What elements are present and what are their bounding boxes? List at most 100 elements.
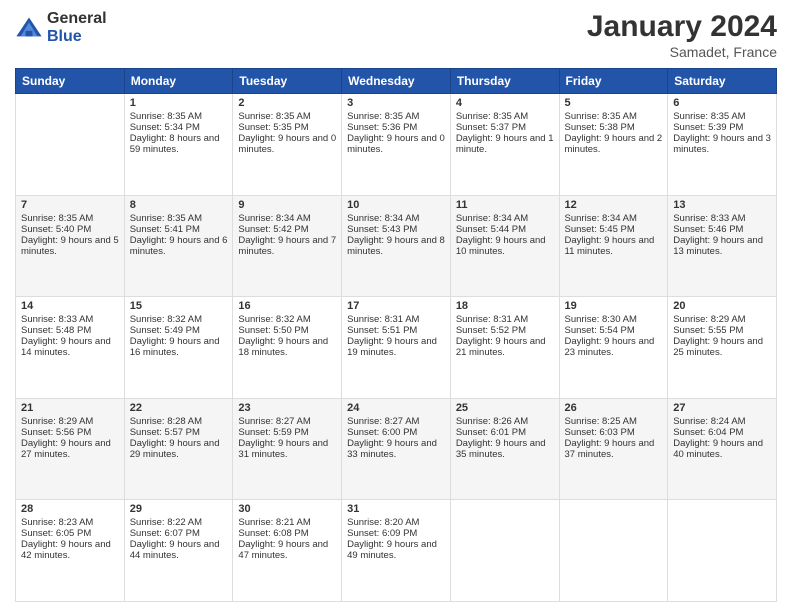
sunrise-text: Sunrise: 8:29 AM	[673, 314, 771, 325]
cell-w1-d3: 2 Sunrise: 8:35 AMSunset: 5:35 PMDaylight…	[233, 94, 342, 196]
cell-w4-d7: 27Sunrise: 8:24 AMSunset: 6:04 PMDayligh…	[668, 398, 777, 500]
daylight-text: Daylight: 8 hours and 59 minutes.	[130, 133, 228, 155]
sunset-text: Sunset: 5:48 PM	[21, 325, 119, 336]
cell-w1-d2: 1 Sunrise: 8:35 AMSunset: 5:34 PMDaylight…	[124, 94, 233, 196]
sunset-text: Sunset: 5:42 PM	[238, 224, 336, 235]
sunrise-text: Sunrise: 8:34 AM	[347, 213, 445, 224]
day-number: 19	[565, 300, 663, 312]
logo-blue-text: Blue	[47, 28, 107, 46]
day-number: 9	[238, 199, 336, 211]
cell-w3-d2: 15Sunrise: 8:32 AMSunset: 5:49 PMDayligh…	[124, 297, 233, 399]
cell-w2-d3: 9Sunrise: 8:34 AMSunset: 5:42 PMDaylight…	[233, 195, 342, 297]
sunrise-text: Sunrise: 8:35 AM	[21, 213, 119, 224]
sunset-text: Sunset: 5:44 PM	[456, 224, 554, 235]
daylight-text: Daylight: 9 hours and 25 minutes.	[673, 336, 771, 358]
cell-w4-d3: 23Sunrise: 8:27 AMSunset: 5:59 PMDayligh…	[233, 398, 342, 500]
daylight-text: Daylight: 9 hours and 5 minutes.	[21, 235, 119, 257]
day-number: 26	[565, 402, 663, 414]
daylight-text: Daylight: 9 hours and 21 minutes.	[456, 336, 554, 358]
sunset-text: Sunset: 6:03 PM	[565, 427, 663, 438]
daylight-text: Daylight: 9 hours and 49 minutes.	[347, 539, 445, 561]
cell-w1-d4: 3Sunrise: 8:35 AMSunset: 5:36 PMDaylight…	[342, 94, 451, 196]
sunrise-text: Sunrise: 8:23 AM	[21, 517, 119, 528]
daylight-text: Daylight: 9 hours and 6 minutes.	[130, 235, 228, 257]
sunset-text: Sunset: 5:50 PM	[238, 325, 336, 336]
cell-w2-d1: 7Sunrise: 8:35 AMSunset: 5:40 PMDaylight…	[16, 195, 125, 297]
day-number: 23	[238, 402, 336, 414]
sunrise-text: Sunrise: 8:30 AM	[565, 314, 663, 325]
sunrise-text: Sunrise: 8:35 AM	[238, 111, 336, 122]
sunrise-text: Sunrise: 8:31 AM	[347, 314, 445, 325]
sunset-text: Sunset: 6:08 PM	[238, 528, 336, 539]
cell-w5-d2: 29Sunrise: 8:22 AMSunset: 6:07 PMDayligh…	[124, 500, 233, 602]
daylight-text: Daylight: 9 hours and 0 minutes.	[238, 133, 336, 155]
cell-w1-d7: 6Sunrise: 8:35 AMSunset: 5:39 PMDaylight…	[668, 94, 777, 196]
cell-w2-d6: 12Sunrise: 8:34 AMSunset: 5:45 PMDayligh…	[559, 195, 668, 297]
day-number: 27	[673, 402, 771, 414]
day-number: 5	[565, 97, 663, 109]
cell-w5-d1: 28Sunrise: 8:23 AMSunset: 6:05 PMDayligh…	[16, 500, 125, 602]
cell-w2-d7: 13 Sunrise: 8:33 AMSunset: 5:46 PMDayligh…	[668, 195, 777, 297]
cell-w4-d5: 25 Sunrise: 8:26 AMSunset: 6:01 PMDayligh…	[450, 398, 559, 500]
col-saturday: Saturday	[668, 69, 777, 94]
col-friday: Friday	[559, 69, 668, 94]
cell-w3-d4: 17Sunrise: 8:31 AMSunset: 5:51 PMDayligh…	[342, 297, 451, 399]
cell-w1-d5: 4Sunrise: 8:35 AMSunset: 5:37 PMDaylight…	[450, 94, 559, 196]
calendar-table: Sunday Monday Tuesday Wednesday Thursday…	[15, 68, 777, 602]
daylight-text: Daylight: 9 hours and 27 minutes.	[21, 438, 119, 460]
daylight-text: Daylight: 9 hours and 23 minutes.	[565, 336, 663, 358]
sunrise-text: Sunrise: 8:21 AM	[238, 517, 336, 528]
sunrise-text: Sunrise: 8:34 AM	[238, 213, 336, 224]
sunset-text: Sunset: 6:01 PM	[456, 427, 554, 438]
sunset-text: Sunset: 5:38 PM	[565, 122, 663, 133]
daylight-text: Daylight: 9 hours and 44 minutes.	[130, 539, 228, 561]
day-number: 20	[673, 300, 771, 312]
sunset-text: Sunset: 5:49 PM	[130, 325, 228, 336]
day-number: 13	[673, 199, 771, 211]
cell-w3-d7: 20Sunrise: 8:29 AMSunset: 5:55 PMDayligh…	[668, 297, 777, 399]
sunrise-text: Sunrise: 8:20 AM	[347, 517, 445, 528]
sunset-text: Sunset: 5:52 PM	[456, 325, 554, 336]
sunset-text: Sunset: 5:34 PM	[130, 122, 228, 133]
cell-w4-d6: 26Sunrise: 8:25 AMSunset: 6:03 PMDayligh…	[559, 398, 668, 500]
header: General Blue January 2024 Samadet, Franc…	[15, 10, 777, 60]
sunrise-text: Sunrise: 8:34 AM	[565, 213, 663, 224]
logo: General Blue	[15, 10, 107, 45]
day-number: 22	[130, 402, 228, 414]
daylight-text: Daylight: 9 hours and 35 minutes.	[456, 438, 554, 460]
daylight-text: Daylight: 9 hours and 13 minutes.	[673, 235, 771, 257]
col-wednesday: Wednesday	[342, 69, 451, 94]
sunrise-text: Sunrise: 8:31 AM	[456, 314, 554, 325]
daylight-text: Daylight: 9 hours and 14 minutes.	[21, 336, 119, 358]
sunrise-text: Sunrise: 8:35 AM	[130, 111, 228, 122]
day-number: 1	[130, 97, 228, 109]
sunrise-text: Sunrise: 8:29 AM	[21, 416, 119, 427]
sunset-text: Sunset: 6:05 PM	[21, 528, 119, 539]
cell-w3-d1: 14Sunrise: 8:33 AMSunset: 5:48 PMDayligh…	[16, 297, 125, 399]
day-number: 10	[347, 199, 445, 211]
daylight-text: Daylight: 9 hours and 0 minutes.	[347, 133, 445, 155]
sunset-text: Sunset: 5:39 PM	[673, 122, 771, 133]
daylight-text: Daylight: 9 hours and 42 minutes.	[21, 539, 119, 561]
week-row-1: 1Sunrise: 8:35 AMSunset: 5:34 PMDaylight…	[16, 94, 777, 196]
cell-w5-d3: 30Sunrise: 8:21 AMSunset: 6:08 PMDayligh…	[233, 500, 342, 602]
day-number: 24	[347, 402, 445, 414]
cell-w1-d6: 5Sunrise: 8:35 AMSunset: 5:38 PMDaylight…	[559, 94, 668, 196]
day-number: 2	[238, 97, 336, 109]
sunset-text: Sunset: 6:09 PM	[347, 528, 445, 539]
sunset-text: Sunset: 5:35 PM	[238, 122, 336, 133]
day-number: 25	[456, 402, 554, 414]
sunrise-text: Sunrise: 8:35 AM	[347, 111, 445, 122]
sunrise-text: Sunrise: 8:27 AM	[238, 416, 336, 427]
sunrise-text: Sunrise: 8:27 AM	[347, 416, 445, 427]
sunrise-text: Sunrise: 8:26 AM	[456, 416, 554, 427]
sunset-text: Sunset: 5:57 PM	[130, 427, 228, 438]
cell-w5-d7	[668, 500, 777, 602]
sunrise-text: Sunrise: 8:24 AM	[673, 416, 771, 427]
sunrise-text: Sunrise: 8:33 AM	[673, 213, 771, 224]
daylight-text: Daylight: 9 hours and 8 minutes.	[347, 235, 445, 257]
sunset-text: Sunset: 5:46 PM	[673, 224, 771, 235]
sunset-text: Sunset: 5:37 PM	[456, 122, 554, 133]
sunset-text: Sunset: 5:36 PM	[347, 122, 445, 133]
cell-w2-d2: 8Sunrise: 8:35 AMSunset: 5:41 PMDaylight…	[124, 195, 233, 297]
